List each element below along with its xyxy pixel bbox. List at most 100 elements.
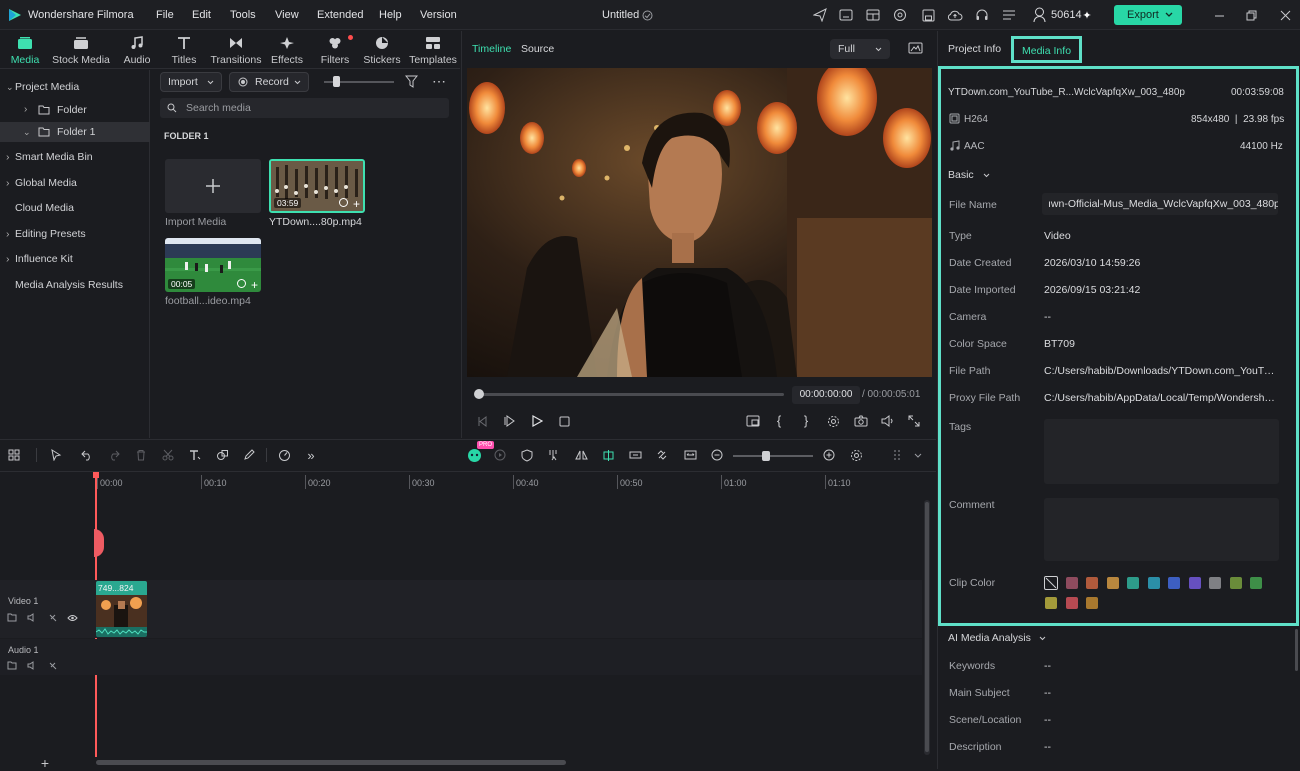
panel-scrollbar[interactable] <box>1295 629 1298 671</box>
playhead-marker-handle[interactable] <box>94 529 104 557</box>
menu-help[interactable]: Help <box>379 0 402 30</box>
mute-track-icon[interactable] <box>47 612 58 623</box>
tab-transitions[interactable]: Transitions <box>208 34 264 68</box>
unlink-icon[interactable] <box>655 448 669 462</box>
restore-icon[interactable] <box>1244 8 1258 22</box>
comment-field[interactable] <box>1044 498 1279 561</box>
sidebar-item-folder-1[interactable]: ⌄ Folder 1 <box>0 122 150 142</box>
no-color-swatch[interactable] <box>1044 576 1058 590</box>
tab-media-info[interactable]: Media Info <box>1011 36 1082 63</box>
quality-dropdown[interactable]: Full <box>830 39 890 59</box>
ai-mate-icon[interactable] <box>466 447 482 463</box>
sidebar-item-editing-presets[interactable]: › Editing Presets <box>0 224 150 244</box>
tab-media[interactable]: Media <box>4 34 46 68</box>
filter-icon[interactable] <box>404 74 418 88</box>
sidebar-item-influence-kit[interactable]: › Influence Kit <box>0 249 150 269</box>
community-icon[interactable] <box>892 7 908 23</box>
tab-stickers[interactable]: Stickers <box>360 34 404 68</box>
playback-progress-bar[interactable] <box>476 393 784 396</box>
import-media-tile[interactable] <box>165 159 261 213</box>
tab-templates[interactable]: Templates <box>406 34 460 68</box>
zoom-out-icon[interactable] <box>710 448 724 462</box>
add-clip-icon[interactable]: + <box>251 279 258 291</box>
clip-color-swatch[interactable] <box>1229 577 1242 589</box>
stop-icon[interactable] <box>557 414 571 428</box>
sidebar-item-media-analysis-results[interactable]: Media Analysis Results <box>0 275 150 295</box>
zoom-slider-handle[interactable] <box>762 451 770 461</box>
zoom-in-icon[interactable] <box>822 448 836 462</box>
play-reverse-icon[interactable] <box>503 414 517 428</box>
menu-version[interactable]: Version <box>420 0 457 30</box>
shield-icon[interactable] <box>520 448 534 462</box>
clip-color-swatch[interactable] <box>1127 577 1139 589</box>
eye-icon[interactable] <box>67 612 78 623</box>
export-button[interactable]: Export <box>1114 5 1182 25</box>
add-clip-icon[interactable]: + <box>353 198 360 210</box>
mark-out-icon[interactable]: } <box>799 412 813 428</box>
pen-tool-icon[interactable] <box>242 448 256 462</box>
tab-project-info[interactable]: Project Info <box>948 43 1001 55</box>
timeline-horizontal-scrollbar[interactable] <box>96 760 566 765</box>
layout-icon[interactable] <box>865 7 881 23</box>
save-icon[interactable] <box>920 7 936 23</box>
redo-icon[interactable] <box>107 448 121 462</box>
clip-color-swatch[interactable] <box>1086 597 1098 609</box>
keyboard-icon[interactable] <box>838 7 854 23</box>
minimize-icon[interactable] <box>1212 8 1226 22</box>
sidebar-item-global-media[interactable]: › Global Media <box>0 173 150 193</box>
select-tool-icon[interactable] <box>49 448 63 462</box>
add-track-icon[interactable]: + <box>38 755 52 771</box>
audio-stretch-icon[interactable] <box>547 448 561 462</box>
timeline-settings-icon[interactable] <box>849 448 863 462</box>
layout-grid-icon[interactable] <box>7 448 21 462</box>
menu-tools[interactable]: Tools <box>230 0 256 30</box>
menu-edit[interactable]: Edit <box>192 0 211 30</box>
current-timecode[interactable]: 00:00:00:00 <box>792 386 860 404</box>
video-preview[interactable] <box>467 68 932 377</box>
replace-clip-icon[interactable] <box>628 448 642 462</box>
vertical-scroll-thumb[interactable] <box>925 502 929 752</box>
tab-source-preview[interactable]: Source <box>521 43 554 55</box>
camera-snapshot-icon[interactable] <box>853 414 869 428</box>
clip-color-swatch[interactable] <box>1250 577 1262 589</box>
fullscreen-icon[interactable] <box>907 414 921 428</box>
basic-section-toggle[interactable]: Basic <box>948 169 990 181</box>
play-icon[interactable] <box>530 414 544 428</box>
proxy-file-path-value[interactable]: C:/Users/habib/AppData/Local/Temp/Wonder… <box>1044 392 1278 404</box>
snap-magnet-icon[interactable] <box>601 448 615 462</box>
tab-audio[interactable]: Audio <box>116 34 158 68</box>
sidebar-item-cloud-media[interactable]: Cloud Media <box>0 198 150 218</box>
tab-filters[interactable]: Filters <box>314 34 356 68</box>
ai-media-analysis-toggle[interactable]: AI Media Analysis <box>948 632 1046 644</box>
clip-color-swatch[interactable] <box>1147 577 1160 589</box>
tab-timeline-preview[interactable]: Timeline <box>472 43 511 55</box>
cloud-upload-icon[interactable] <box>946 7 964 23</box>
menu-extended[interactable]: Extended <box>317 0 363 30</box>
tab-effects[interactable]: Effects <box>266 34 308 68</box>
tab-stock-media[interactable]: Stock Media <box>50 34 112 68</box>
track-volume-icon[interactable] <box>26 660 37 671</box>
menu-view[interactable]: View <box>275 0 299 30</box>
send-feedback-icon[interactable] <box>812 7 828 23</box>
clip-color-swatch[interactable] <box>1188 577 1201 589</box>
folder-lock-icon[interactable] <box>6 660 17 671</box>
track-volume-icon[interactable] <box>26 612 37 623</box>
auto-enhance-icon[interactable] <box>493 448 507 462</box>
mark-in-icon[interactable]: { <box>772 412 786 428</box>
sidebar-item-folder[interactable]: › Folder <box>0 100 150 120</box>
previous-frame-icon[interactable] <box>475 414 489 428</box>
more-options-icon[interactable]: ⋯ <box>431 73 447 89</box>
mute-track-icon[interactable] <box>47 660 58 671</box>
aspect-ratio-icon[interactable] <box>745 414 761 428</box>
headset-support-icon[interactable] <box>974 7 990 23</box>
account-icon[interactable] <box>1032 6 1046 24</box>
volume-icon[interactable] <box>880 414 896 428</box>
slider-handle[interactable] <box>333 76 340 87</box>
timeline-video-clip[interactable]: 749...824 <box>96 581 147 637</box>
tab-titles[interactable]: Titles <box>162 34 206 68</box>
close-icon[interactable] <box>1278 8 1292 22</box>
menu-list-icon[interactable] <box>1001 7 1017 23</box>
sidebar-item-project-media[interactable]: ⌄ Project Media <box>0 77 150 97</box>
shape-crop-icon[interactable] <box>215 448 229 462</box>
playhead-top[interactable] <box>93 472 99 478</box>
